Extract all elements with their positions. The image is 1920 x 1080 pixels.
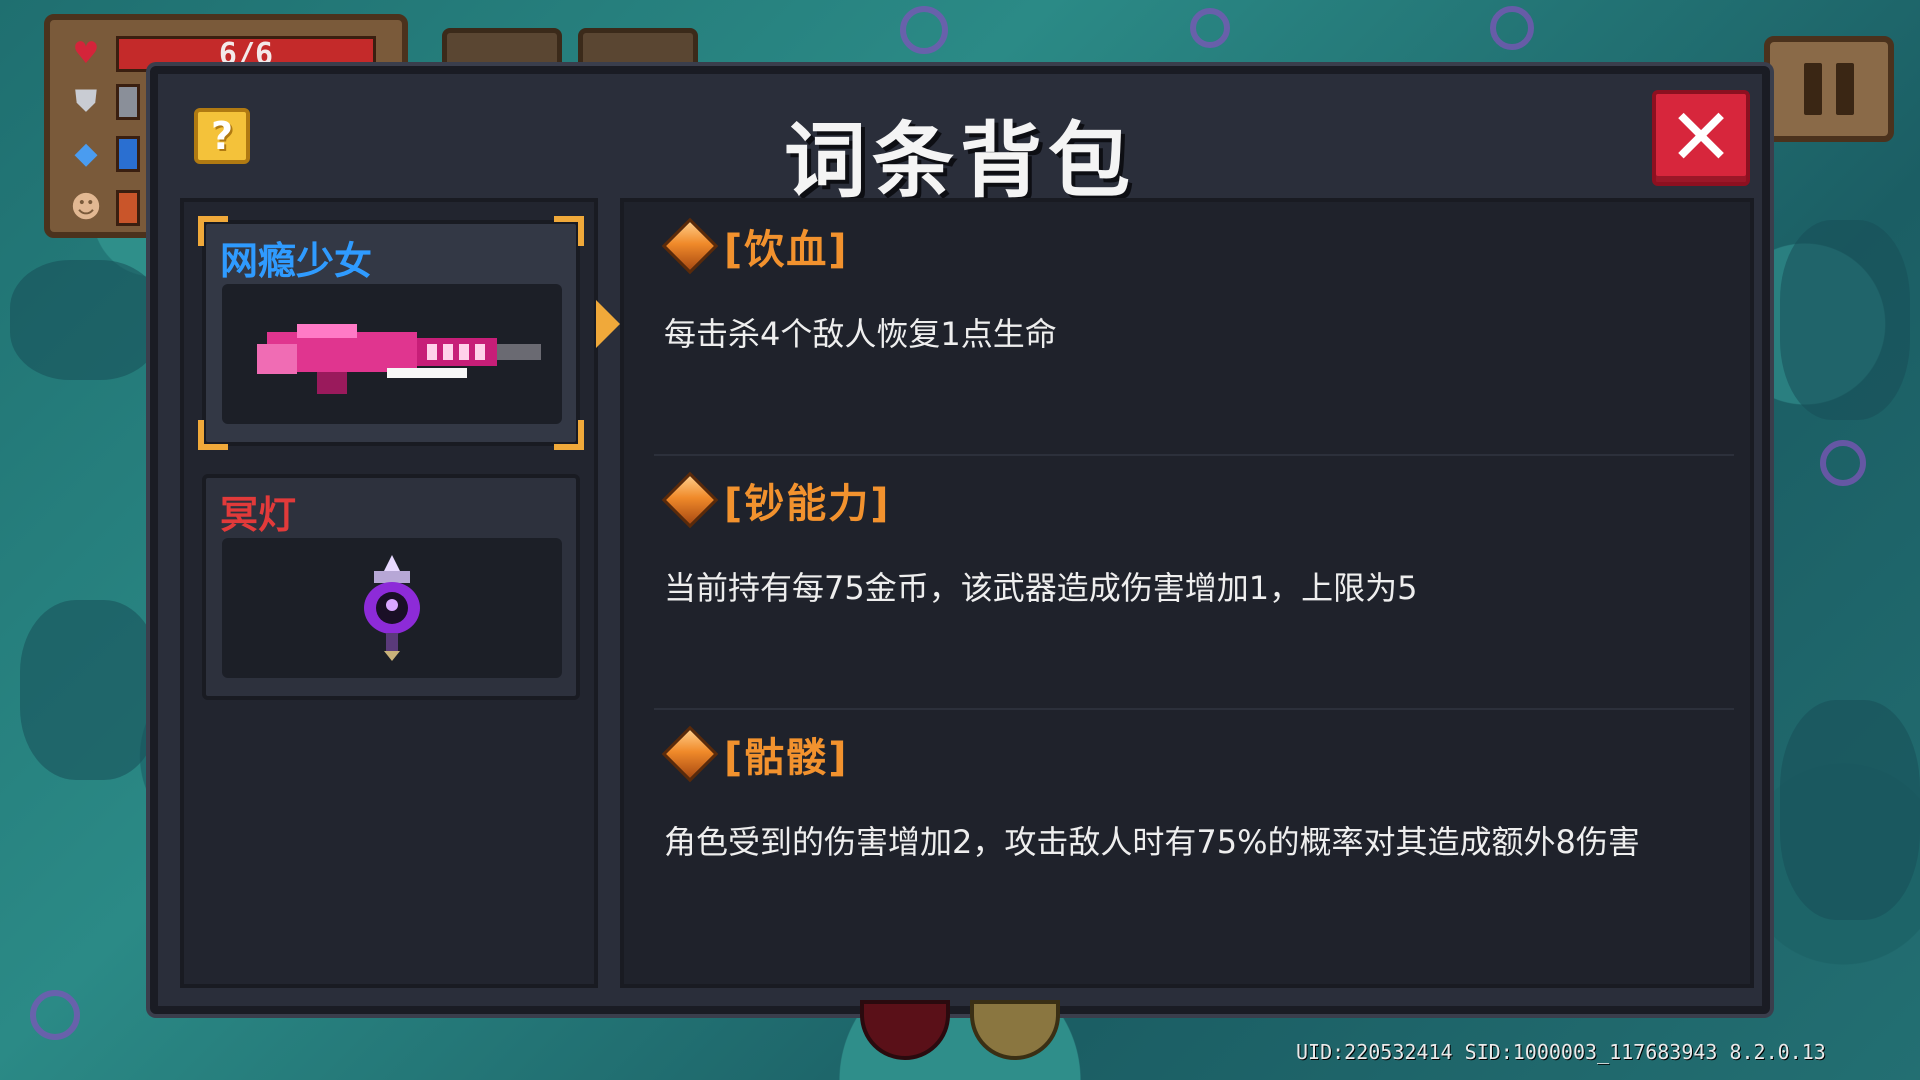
amber-gem-icon (661, 725, 719, 783)
affix-name: [骷髅] (724, 735, 849, 781)
purple-lantern-icon (222, 538, 562, 678)
amber-gem-icon (661, 471, 719, 529)
background-rock (10, 260, 160, 380)
background-swirl (1490, 6, 1534, 50)
pause-button[interactable] (1764, 36, 1894, 142)
build-info: UID:220532414 SID:1000003_117683943 8.2.… (1296, 1040, 1826, 1064)
affix-item-2: [骷髅] 角色受到的伤害增加2，攻击敌人时有75%的概率对其造成额外8伤害 (661, 724, 1724, 864)
skill-bar (116, 190, 140, 226)
shield-icon: ⛊ (74, 84, 98, 119)
energy-diamond-icon: ◆ (74, 136, 98, 171)
selection-corner (198, 420, 228, 450)
background-swirl (1820, 440, 1866, 486)
affix-description: 角色受到的伤害增加2，攻击敌人时有75%的概率对其造成额外8伤害 (664, 823, 1640, 861)
weapon-card-0[interactable]: 网瘾少女 (198, 216, 584, 450)
skill-slot-icon (970, 1000, 1060, 1060)
affix-description: 每击杀4个敌人恢复1点生命 (664, 315, 1057, 353)
pink-gun-icon (222, 284, 562, 424)
weapon-name: 网瘾少女 (220, 239, 373, 283)
background-swirl (1190, 8, 1230, 48)
affix-name: [饮血] (724, 227, 849, 273)
close-button[interactable]: ✕ (1652, 90, 1750, 186)
background-swirl (900, 6, 948, 54)
background-rock (20, 600, 160, 780)
affix-item-1: [钞能力] 当前持有每75金币，该武器造成伤害增加1，上限为5 (661, 470, 1724, 610)
affix-name: [钞能力] (724, 481, 891, 527)
divider (654, 454, 1734, 456)
energy-bar (116, 136, 140, 172)
affix-backpack-panel: ? 词条背包 ✕ 网瘾少女 冥灯 [饮血] 每击杀4个敌人恢复1点生命 [钞能力… (150, 66, 1770, 1014)
pause-icon-bar (1804, 63, 1822, 115)
affix-description: 当前持有每75金币，该武器造成伤害增加1，上限为5 (664, 569, 1418, 607)
character-portrait-icon: ☻ (70, 190, 102, 225)
heart-icon: ♥ (72, 36, 100, 71)
armor-bar (116, 84, 140, 120)
background-swirl (30, 990, 80, 1040)
skill-slot-icon (860, 1000, 950, 1060)
page-title: 词条背包 (783, 114, 1136, 209)
selected-arrow-icon (596, 300, 620, 348)
weapon-card-1[interactable]: 冥灯 (202, 474, 580, 700)
background-rock (1780, 220, 1910, 420)
affix-list: [饮血] 每击杀4个敌人恢复1点生命 [钞能力] 当前持有每75金币，该武器造成… (620, 198, 1754, 988)
selection-corner (554, 216, 584, 246)
divider (654, 708, 1734, 710)
amber-gem-icon (661, 217, 719, 275)
affix-item-0: [饮血] 每击杀4个敌人恢复1点生命 (661, 216, 1724, 356)
weapon-name: 冥灯 (220, 493, 297, 537)
background-rock (1780, 700, 1920, 920)
pause-icon-bar (1836, 63, 1854, 115)
weapon-list: 网瘾少女 冥灯 (180, 198, 620, 988)
selection-corner (554, 420, 584, 450)
